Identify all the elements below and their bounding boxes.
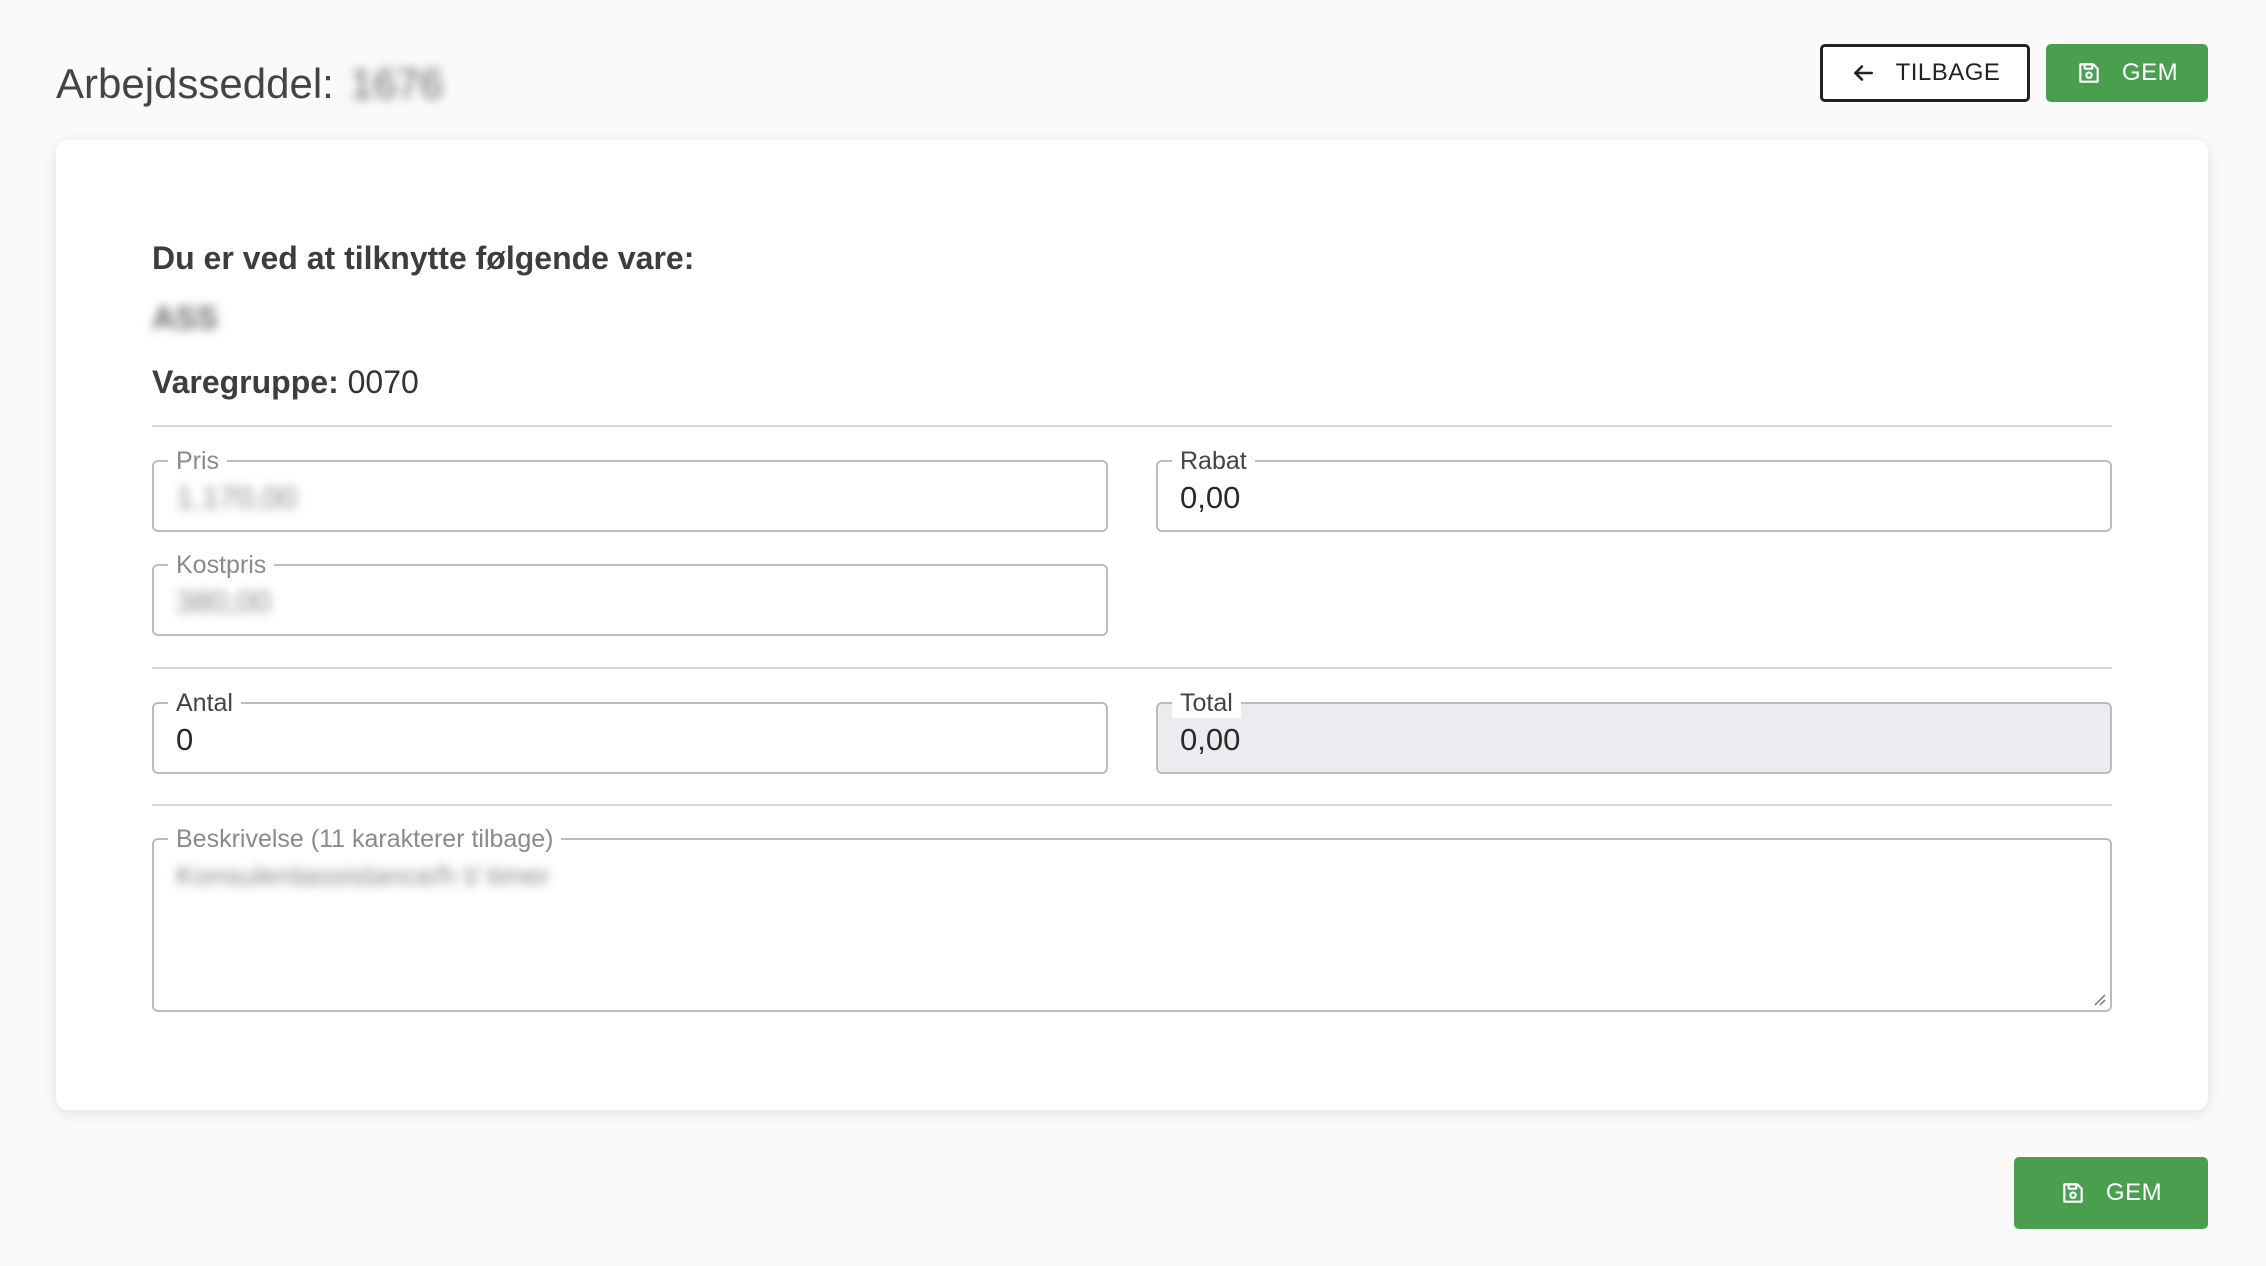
cost-price-value: 380,00 xyxy=(176,584,271,619)
product-group-label: Varegruppe: xyxy=(152,364,339,400)
arrow-left-icon xyxy=(1853,65,1873,81)
page-title: Arbejdsseddel: 1676 xyxy=(56,56,443,112)
cost-price-field[interactable]: Kostpris 380,00 xyxy=(152,550,1108,636)
discount-value: 0,00 xyxy=(1180,480,1241,515)
quantity-field[interactable]: Antal 0 xyxy=(152,688,1108,774)
total-value: 0,00 xyxy=(1180,722,1241,757)
item-name: ASS xyxy=(152,300,218,336)
save-button-label: GEM xyxy=(2121,59,2179,86)
total-field: Total 0,00 xyxy=(1156,688,2112,774)
save-icon xyxy=(2079,63,2099,83)
back-button[interactable]: TILBAGE xyxy=(1820,44,2030,102)
discount-field[interactable]: Rabat 0,00 xyxy=(1156,446,2112,532)
divider xyxy=(152,804,2112,806)
divider xyxy=(152,425,2112,427)
page-title-label: Arbejdsseddel: xyxy=(56,60,334,107)
total-label: Total xyxy=(1172,688,1241,718)
resize-handle-icon[interactable] xyxy=(2092,992,2106,1006)
description-value: Konsulentassistance/h t/ timer xyxy=(176,860,550,891)
discount-label: Rabat xyxy=(1172,446,1255,476)
item-form-card: Du er ved at tilknytte følgende vare: AS… xyxy=(56,140,2208,1110)
description-label: Beskrivelse (11 karakterer tilbage) xyxy=(168,824,562,854)
save-button-bottom[interactable]: GEM xyxy=(2014,1157,2208,1229)
price-field[interactable]: Pris 1.170,00 xyxy=(152,446,1108,532)
back-button-label: TILBAGE xyxy=(1895,59,2001,86)
price-value: 1.170,00 xyxy=(176,480,297,515)
quantity-label: Antal xyxy=(168,688,241,718)
save-button-label: GEM xyxy=(2105,1179,2163,1206)
quantity-value: 0 xyxy=(176,722,194,757)
save-button-top[interactable]: GEM xyxy=(2046,44,2208,102)
product-group-line: Varegruppe: 0070 xyxy=(152,364,419,401)
intro-heading: Du er ved at tilknytte følgende vare: xyxy=(152,240,695,276)
divider xyxy=(152,667,2112,669)
description-textarea[interactable]: Beskrivelse (11 karakterer tilbage) Kons… xyxy=(152,824,2112,1012)
save-icon xyxy=(2063,1183,2083,1203)
work-order-number: 1676 xyxy=(349,60,444,107)
cost-price-label: Kostpris xyxy=(168,550,275,580)
price-label: Pris xyxy=(168,446,228,476)
product-group-value: 0070 xyxy=(347,364,419,400)
